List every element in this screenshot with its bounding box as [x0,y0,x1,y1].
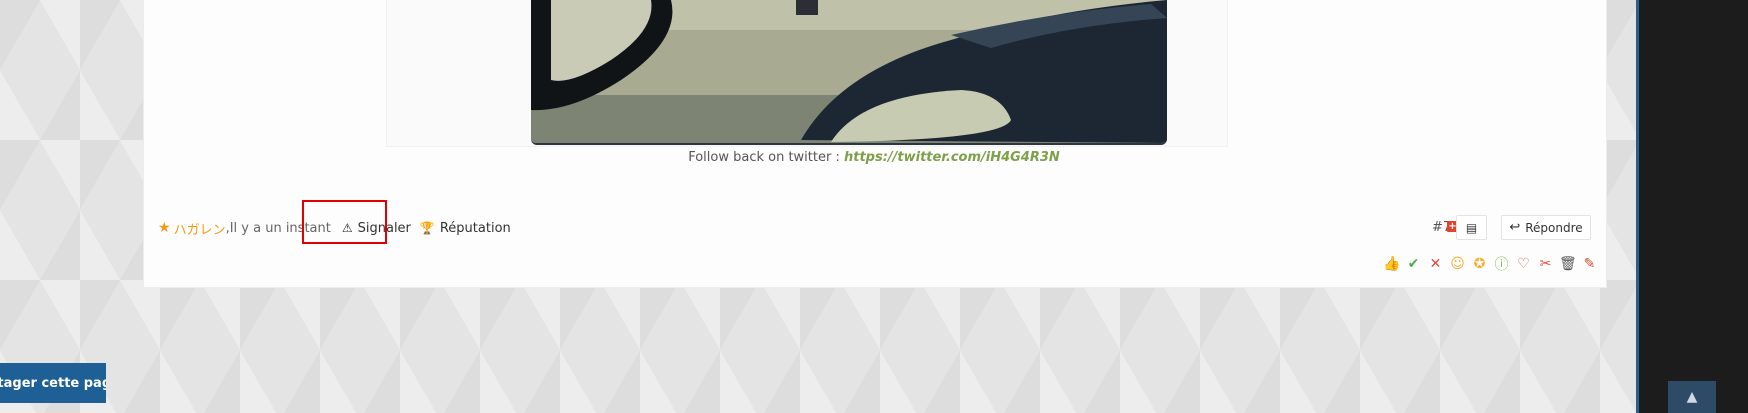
scroll-to-top-button[interactable]: ▲ [1668,381,1716,413]
heart-icon[interactable]: ♡ [1515,256,1532,272]
reply-label: Répondre [1525,220,1583,235]
sidebar-stripe [1636,0,1639,413]
info-icon[interactable]: ⓘ [1493,254,1510,274]
reply-icon: ↩ [1509,220,1521,235]
document-icon: ▤ [1465,220,1478,235]
reaction-bar: 👍 ✔ ✕ ☺ ✪ ⓘ ♡ ✂ 🗑 ✎ [1383,255,1598,273]
share-label: rtager cette page [0,375,106,391]
tools-icon[interactable]: ✂ [1537,256,1554,272]
star-icon: ★ [158,220,171,236]
signature-text: Follow back on twitter : [688,150,840,165]
reply-button[interactable]: ↩ Répondre [1501,215,1591,240]
pencil-icon[interactable]: ✎ [1581,256,1598,272]
highlight-box [302,200,387,244]
trophy-icon: 🏆 [419,221,435,235]
quote-button[interactable]: ▤ [1456,215,1487,240]
reputation-label: Réputation [439,220,511,236]
award-icon[interactable]: ✪ [1471,256,1488,272]
share-page-button[interactable]: rtager cette page [0,363,106,403]
right-sidebar [1636,0,1748,413]
cross-icon[interactable]: ✕ [1427,256,1444,272]
like-icon[interactable]: 👍 [1383,256,1400,272]
author-link[interactable]: ハガレン [174,219,226,238]
chevron-up-icon: ▲ [1686,389,1698,405]
check-icon[interactable]: ✔ [1405,256,1422,272]
twitter-link[interactable]: https://twitter.com/iH4G4R3N [844,150,1060,165]
trash-icon[interactable]: 🗑 [1559,256,1577,272]
smiley-icon[interactable]: ☺ [1449,256,1466,272]
reputation-link[interactable]: 🏆 Réputation [420,221,511,236]
post-image [531,0,1167,145]
post-signature: Follow back on twitter : https://twitter… [0,150,1748,165]
